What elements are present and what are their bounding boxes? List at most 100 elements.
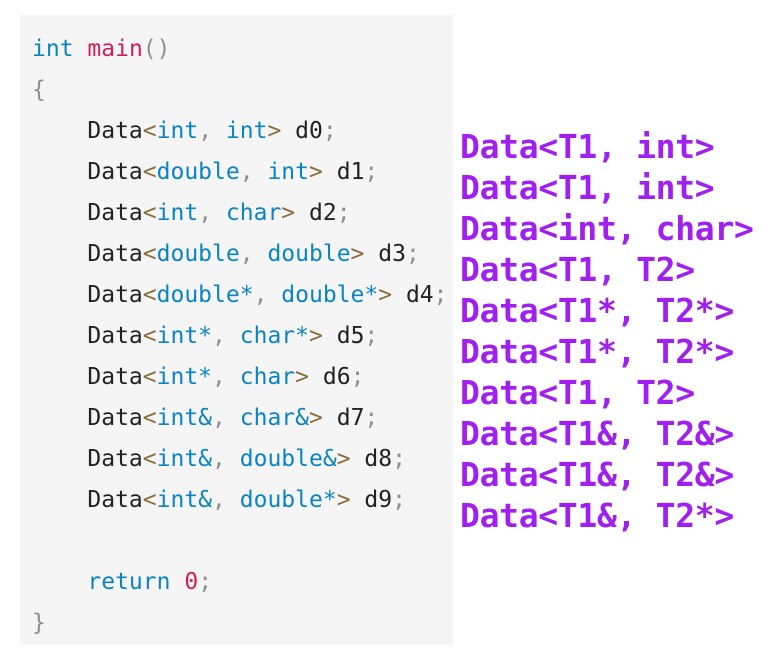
annotation-line-3: Data<int, char>: [460, 209, 754, 248]
angle-close-icon: >: [378, 282, 393, 308]
class-name: Data: [87, 405, 143, 431]
variable-name: d9: [364, 487, 393, 513]
class-name: Data: [87, 241, 143, 267]
annotation-line-5: Data<T1*, T2*>: [460, 291, 734, 330]
template-arg-1: int&: [156, 405, 213, 431]
code-line-6: Data<double, double> d3;: [20, 234, 453, 275]
template-arg-1: int*: [156, 364, 213, 390]
function-name-main: main: [87, 36, 143, 62]
comma: ,: [239, 241, 254, 267]
angle-close-icon: >: [295, 364, 309, 390]
variable-name: d5: [336, 323, 365, 349]
angle-close-icon: >: [281, 200, 296, 226]
template-arg-1: int&: [156, 487, 213, 513]
code-line-1: int main(): [20, 29, 453, 70]
template-arg-1: double*: [156, 282, 254, 308]
code-line-12: Data<int&, double*> d9;: [20, 480, 453, 521]
variable-name: d7: [336, 405, 365, 431]
code-line-5: Data<int, char> d2;: [20, 193, 453, 234]
template-arg-2: int: [267, 159, 309, 185]
annotation-line-8: Data<T1&, T2&>: [460, 414, 734, 453]
angle-close-icon: >: [336, 446, 351, 472]
angle-open-icon: <: [142, 241, 157, 267]
annotation-line-9: Data<T1&, T2&>: [460, 455, 734, 494]
semicolon: ;: [350, 364, 365, 390]
code-line-14: return 0;: [20, 562, 453, 603]
angle-open-icon: <: [142, 282, 157, 308]
semicolon: ;: [392, 446, 406, 472]
annotation-column: Data<T1, int> Data<T1, int> Data<int, ch…: [460, 15, 782, 645]
angle-open-icon: <: [142, 200, 157, 226]
class-name: Data: [87, 487, 143, 513]
variable-name: d1: [336, 159, 365, 185]
comma: ,: [212, 364, 226, 390]
annotation-line-7: Data<T1, T2>: [460, 373, 695, 412]
semicolon: ;: [322, 118, 337, 144]
comma: ,: [253, 282, 268, 308]
comma: ,: [212, 487, 226, 513]
angle-open-icon: <: [142, 364, 157, 390]
angle-close-icon: >: [309, 159, 323, 185]
code-line-15: }: [20, 603, 453, 644]
variable-name: d4: [405, 282, 434, 308]
semicolon: ;: [433, 282, 448, 308]
template-arg-2: double: [267, 241, 351, 267]
code-line-13-blank: [20, 521, 453, 562]
angle-open-icon: <: [142, 118, 157, 144]
annotation-line-6: Data<T1*, T2*>: [460, 332, 734, 371]
code-line-10: Data<int&, char&> d7;: [20, 398, 453, 439]
angle-close-icon: >: [336, 487, 351, 513]
semicolon: ;: [405, 241, 420, 267]
template-arg-2: char: [225, 200, 282, 226]
class-name: Data: [87, 200, 143, 226]
semicolon: ;: [364, 323, 379, 349]
comma: ,: [212, 323, 226, 349]
variable-name: d6: [322, 364, 351, 390]
angle-open-icon: <: [142, 487, 157, 513]
semicolon: ;: [364, 159, 379, 185]
parentheses: (): [142, 36, 171, 62]
class-name: Data: [87, 282, 143, 308]
template-arg-1: int: [156, 118, 199, 144]
code-line-7: Data<double*, double*> d4;: [20, 275, 453, 316]
code-panel: int main() { Data<int, int> d0; Data<dou…: [20, 15, 453, 645]
open-brace: {: [32, 77, 46, 103]
comma: ,: [239, 159, 254, 185]
semicolon: ;: [336, 200, 351, 226]
class-name: Data: [87, 118, 143, 144]
code-line-9: Data<int*, char> d6;: [20, 357, 453, 398]
semicolon: ;: [198, 569, 213, 595]
template-arg-2: double*: [239, 487, 337, 513]
close-brace: }: [32, 610, 46, 636]
template-arg-1: int&: [156, 446, 213, 472]
template-arg-2: char&: [239, 405, 309, 431]
template-arg-1: double: [156, 159, 240, 185]
semicolon: ;: [392, 487, 406, 513]
annotation-line-2: Data<T1, int>: [460, 168, 715, 207]
class-name: Data: [87, 159, 143, 185]
template-arg-2: int: [225, 118, 268, 144]
template-arg-1: int: [156, 200, 199, 226]
template-arg-2: char*: [239, 323, 309, 349]
template-arg-2: double*: [281, 282, 379, 308]
class-name: Data: [87, 446, 143, 472]
variable-name: d0: [295, 118, 323, 144]
template-arg-1: int*: [156, 323, 213, 349]
angle-close-icon: >: [267, 118, 282, 144]
comma: ,: [198, 200, 213, 226]
template-arg-2: char: [239, 364, 296, 390]
variable-name: d2: [309, 200, 337, 226]
code-line-4: Data<double, int> d1;: [20, 152, 453, 193]
annotation-spacer: [460, 29, 782, 126]
class-name: Data: [87, 364, 143, 390]
angle-close-icon: >: [350, 241, 365, 267]
annotation-line-1: Data<T1, int>: [460, 127, 715, 166]
angle-close-icon: >: [309, 323, 323, 349]
template-arg-2: double&: [239, 446, 337, 472]
code-line-8: Data<int*, char*> d5;: [20, 316, 453, 357]
keyword-int: int: [32, 36, 74, 62]
angle-open-icon: <: [142, 323, 157, 349]
angle-open-icon: <: [142, 159, 157, 185]
variable-name: d3: [378, 241, 406, 267]
comma: ,: [212, 446, 226, 472]
